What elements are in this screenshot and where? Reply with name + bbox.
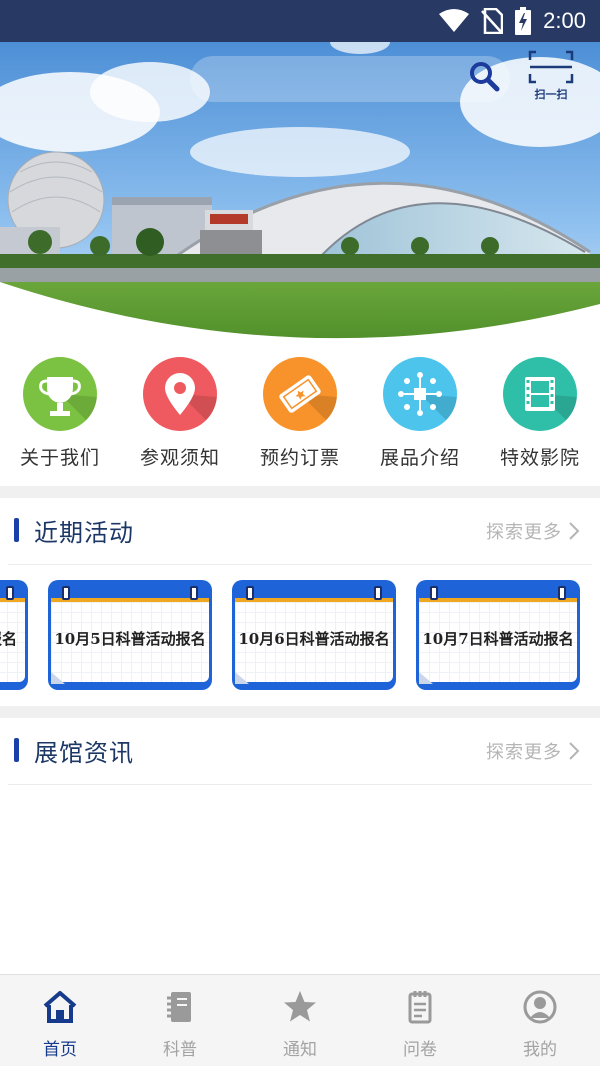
nav-label: 通知: [283, 1040, 317, 1060]
more-label: 探索更多: [486, 742, 562, 763]
nav-label: 首页: [43, 1040, 77, 1060]
nav-notice[interactable]: 通知: [240, 975, 360, 1066]
news-more-link[interactable]: 探索更多: [486, 738, 580, 764]
clipboard-icon: [408, 991, 432, 1024]
divider: [8, 564, 592, 565]
nav-mine[interactable]: 我的: [480, 975, 600, 1066]
quick-item-cinema[interactable]: 特效影院: [480, 344, 600, 486]
activity-card-title: 10月7日科普活动报名: [422, 630, 574, 648]
quick-label: 关于我们: [19, 447, 100, 469]
activity-card-title: 10月5日科普活动报名: [54, 630, 206, 648]
activities-header: 近期活动 探索更多: [0, 498, 600, 564]
quick-item-visit-notice[interactable]: 参观须知: [120, 344, 240, 486]
divider: [8, 784, 592, 785]
home-icon: [43, 991, 77, 1023]
search-bar[interactable]: [190, 56, 510, 102]
quick-label: 参观须知: [139, 447, 220, 469]
location-pin-icon: [143, 357, 217, 431]
scan-label: 扫一扫: [534, 88, 568, 101]
quick-item-about-us[interactable]: 关于我们: [0, 344, 120, 486]
activity-carousel[interactable]: 报名 10月5日科普活动报名 10月6日科普活动报名 10月7日科普活动报名: [0, 580, 600, 690]
nav-survey[interactable]: 问卷: [360, 975, 480, 1066]
news-header: 展馆资讯 探索更多: [0, 718, 600, 784]
nav-label: 我的: [523, 1040, 557, 1060]
user-icon: [523, 990, 557, 1024]
hero-banner: [0, 42, 600, 344]
nav-label: 问卷: [403, 1040, 437, 1060]
section-marker: [14, 738, 19, 762]
ticket-icon: [263, 357, 337, 431]
section-separator: [0, 486, 600, 498]
activities-title: 近期活动: [34, 519, 134, 547]
search-icon[interactable]: [466, 58, 502, 94]
battery-charging-icon: [515, 7, 532, 35]
activity-card[interactable]: 10月6日科普活动报名: [232, 580, 396, 690]
section-marker: [14, 518, 19, 542]
quick-label: 展品介绍: [379, 447, 460, 469]
status-bar: 2:00: [0, 0, 600, 42]
quick-label: 预约订票: [259, 447, 340, 469]
quick-item-booking[interactable]: 预约订票: [240, 344, 360, 486]
scan-button[interactable]: 扫一扫: [526, 50, 576, 104]
trophy-icon: [23, 357, 97, 431]
star-icon: [284, 991, 316, 1022]
activity-card[interactable]: 报名: [0, 580, 28, 690]
activity-card-title: 10月6日科普活动报名: [238, 630, 390, 648]
activities-more-link[interactable]: 探索更多: [486, 518, 580, 544]
book-icon: [167, 992, 191, 1022]
nav-label: 科普: [163, 1040, 197, 1060]
quick-label: 特效影院: [499, 447, 580, 469]
quick-menu: 关于我们 参观须知 预约订票 展品介绍 特效影院: [0, 344, 600, 486]
nav-science[interactable]: 科普: [120, 975, 240, 1066]
wifi-icon: [439, 9, 470, 32]
activity-card-title: 报名: [0, 630, 17, 648]
no-sim-icon: [481, 8, 504, 34]
nav-home[interactable]: 首页: [0, 975, 120, 1066]
more-label: 探索更多: [486, 522, 562, 543]
chevron-right-icon: [569, 522, 580, 540]
news-title: 展馆资讯: [34, 739, 134, 767]
activity-card[interactable]: 10月7日科普活动报名: [416, 580, 580, 690]
exhibit-icon: [383, 357, 457, 431]
chevron-right-icon: [569, 742, 580, 760]
status-time: 2:00: [543, 8, 586, 33]
activity-card[interactable]: 10月5日科普活动报名: [48, 580, 212, 690]
section-separator: [0, 706, 600, 718]
scan-icon: [528, 50, 574, 84]
film-icon: [503, 357, 577, 431]
bottom-nav: 首页 科普 通知 问卷 我的: [0, 974, 600, 1066]
quick-item-exhibits[interactable]: 展品介绍: [360, 344, 480, 486]
